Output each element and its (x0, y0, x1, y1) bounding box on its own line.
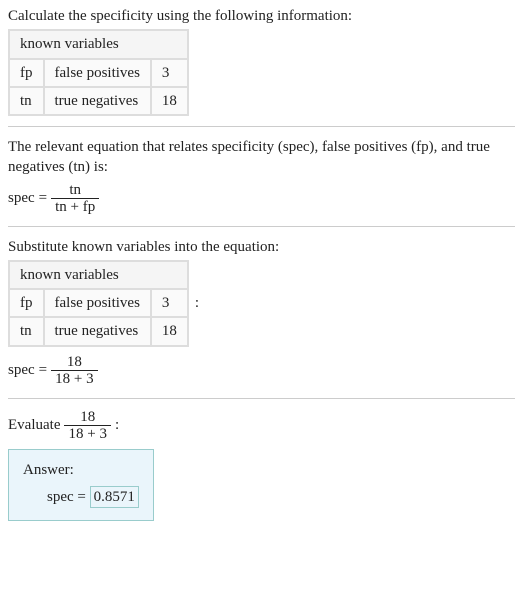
substitute-text: Substitute known variables into the equa… (8, 237, 515, 257)
var-symbol: fp (9, 59, 44, 87)
evaluate-section: Evaluate 18 18 + 3 : Answer: spec = 0.85… (8, 409, 515, 522)
evaluate-line: Evaluate 18 18 + 3 : (8, 409, 515, 443)
var-name: false positives (44, 289, 151, 317)
table-header: known variables (9, 261, 188, 289)
table-row: tn true negatives 18 (9, 87, 188, 115)
divider (8, 398, 515, 399)
equation-spec-formula: spec = tn tn + fp (8, 182, 515, 216)
var-symbol: fp (9, 289, 44, 317)
fraction-numerator: 18 (64, 409, 110, 426)
var-value: 3 (151, 289, 188, 317)
table-row: fp false positives 3 (9, 289, 188, 317)
answer-label: Answer: (23, 460, 139, 480)
eq-equals: = (39, 188, 47, 208)
var-symbol: tn (9, 87, 44, 115)
colon: : (195, 293, 199, 313)
answer-lhs: spec (47, 489, 74, 505)
divider (8, 226, 515, 227)
var-name: true negatives (44, 87, 151, 115)
var-value: 18 (151, 87, 188, 115)
equation-substituted: spec = 18 18 + 3 (8, 354, 515, 388)
fraction: tn tn + fp (51, 182, 99, 216)
relevant-equation-text: The relevant equation that relates speci… (8, 137, 515, 178)
substitute-row: known variables fp false positives 3 tn … (8, 257, 515, 350)
intro-section: Calculate the specificity using the foll… (8, 6, 515, 116)
fraction-denominator: 18 + 3 (51, 370, 97, 388)
fraction: 18 18 + 3 (51, 354, 97, 388)
evaluate-post: : (115, 415, 119, 435)
table-header: known variables (9, 30, 188, 58)
fraction-denominator: tn + fp (51, 198, 99, 216)
intro-text: Calculate the specificity using the foll… (8, 6, 515, 26)
table-row: fp false positives 3 (9, 59, 188, 87)
known-variables-table-1: known variables fp false positives 3 tn … (8, 29, 189, 116)
var-value: 18 (151, 317, 188, 345)
var-name: true negatives (44, 317, 151, 345)
substitute-section: Substitute known variables into the equa… (8, 237, 515, 388)
eq-lhs: spec (8, 188, 35, 208)
table-row: tn true negatives 18 (9, 317, 188, 345)
fraction: 18 18 + 3 (64, 409, 110, 443)
var-value: 3 (151, 59, 188, 87)
eq-equals: = (39, 360, 47, 380)
known-variables-table-2: known variables fp false positives 3 tn … (8, 260, 189, 347)
fraction-numerator: tn (51, 182, 99, 199)
answer-equals: = (77, 489, 85, 505)
evaluate-pre: Evaluate (8, 415, 60, 435)
var-name: false positives (44, 59, 151, 87)
fraction-numerator: 18 (51, 354, 97, 371)
answer-value: 0.8571 (90, 486, 139, 508)
fraction-denominator: 18 + 3 (64, 425, 110, 443)
eq-lhs: spec (8, 360, 35, 380)
answer-box: Answer: spec = 0.8571 (8, 449, 154, 522)
divider (8, 126, 515, 127)
answer-equation: spec = 0.8571 (47, 486, 139, 508)
var-symbol: tn (9, 317, 44, 345)
equation-section: The relevant equation that relates speci… (8, 137, 515, 216)
